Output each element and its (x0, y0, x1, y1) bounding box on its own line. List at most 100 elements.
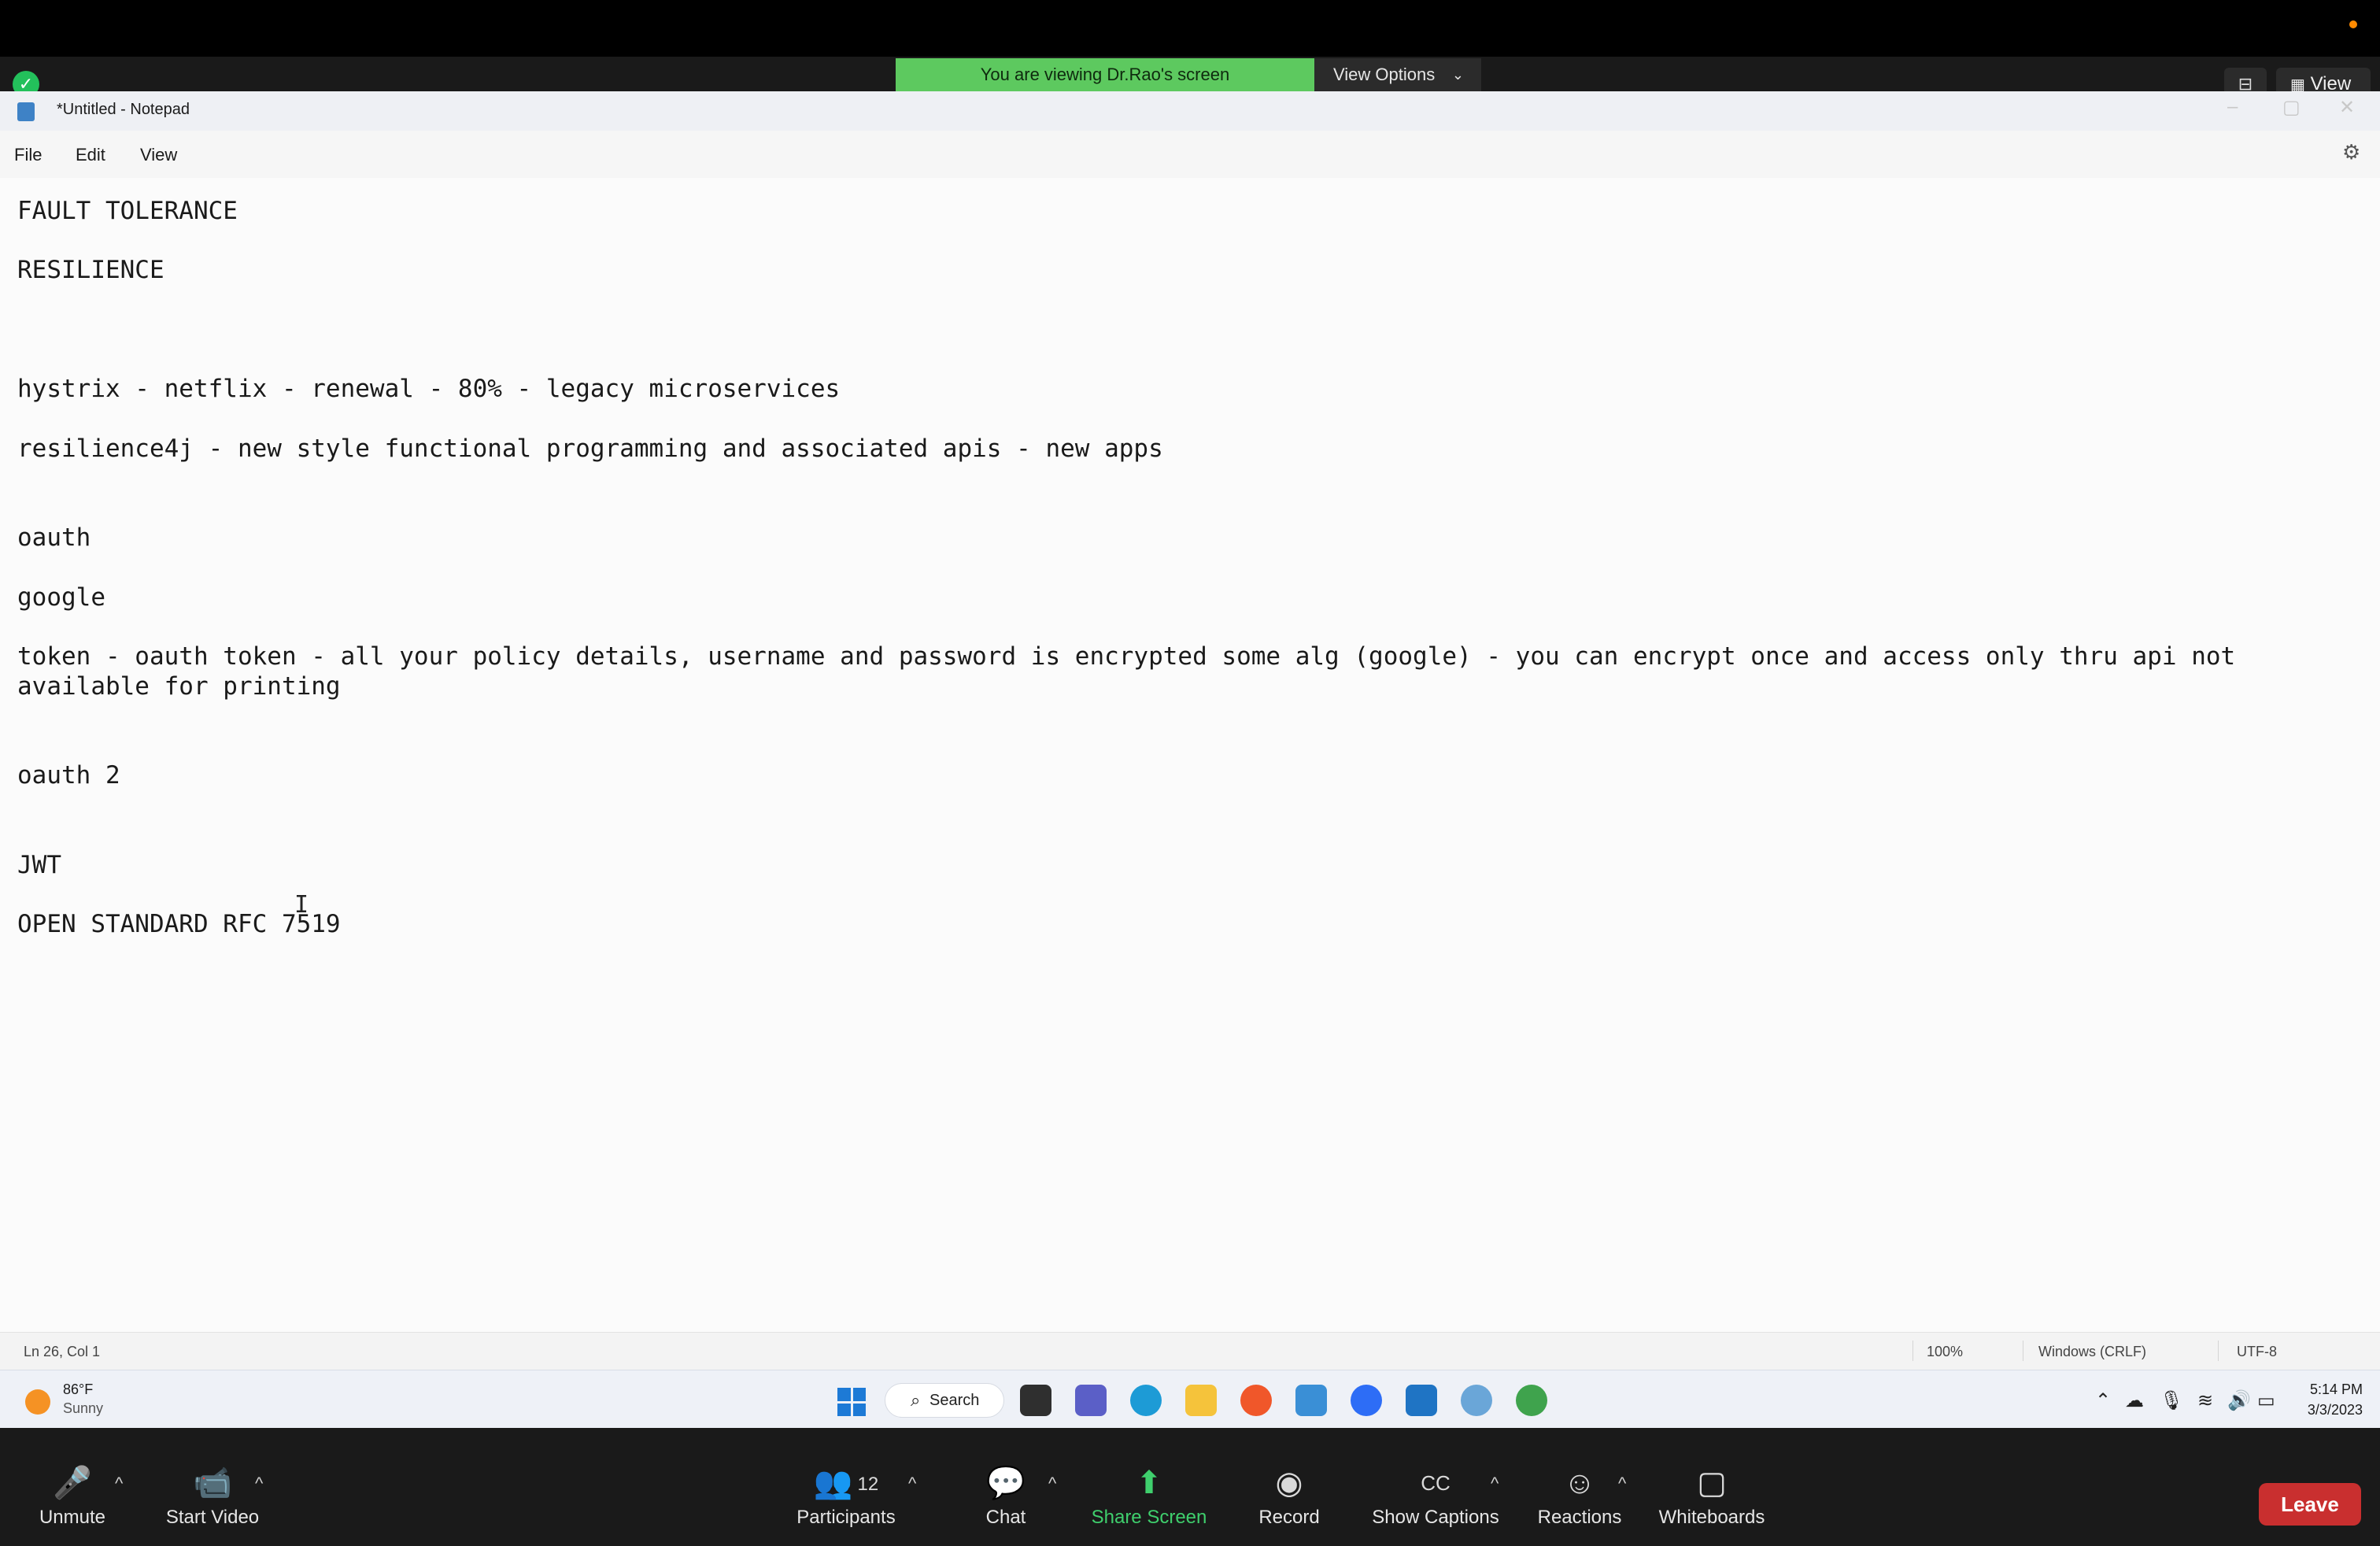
zoom-meeting-toolbar: 🎤 Unmute ^ 📹 Start Video ^ 👥 12 Participa… (0, 1428, 2380, 1546)
start-video-label: Start Video (165, 1507, 260, 1528)
close-icon[interactable]: ✕ (2339, 96, 2355, 119)
show-captions-label: Show Captions (1372, 1507, 1499, 1528)
window-title: *Untitled - Notepad (57, 101, 190, 118)
participants-caret-icon[interactable]: ^ (908, 1474, 916, 1494)
audio-options-caret-icon[interactable]: ^ (115, 1474, 123, 1494)
clock-date[interactable]: 3/3/2023 (2300, 1402, 2363, 1418)
editor-line: JWT (17, 851, 61, 879)
microphone-muted-icon: 🎤 (53, 1466, 92, 1500)
view-options-button[interactable]: View Options ⌄ (1314, 58, 1481, 91)
chevron-up-icon[interactable]: ⌃ (2095, 1389, 2111, 1412)
view-options-label: View Options (1333, 65, 1436, 84)
chat-caret-icon[interactable]: ^ (1048, 1474, 1056, 1494)
status-divider (2218, 1341, 2219, 1361)
record-button[interactable]: ◉ Record (1250, 1463, 1329, 1529)
editor-line: token - oauth token - all your policy de… (17, 642, 2236, 671)
windows-logo-tile (852, 1388, 866, 1401)
start-video-button[interactable]: 📹 Start Video (157, 1463, 268, 1529)
share-screen-icon: ⬆ (1136, 1466, 1162, 1500)
weather-temperature[interactable]: 86°F (63, 1381, 93, 1398)
share-screen-label: Share Screen (1091, 1507, 1207, 1528)
participants-icon: 👥 12 (813, 1466, 879, 1500)
zoom-top-bar (0, 0, 2380, 57)
reactions-button[interactable]: ☺ Reactions (1530, 1463, 1629, 1529)
notepad-taskbar-icon[interactable] (1295, 1385, 1327, 1416)
wifi-icon[interactable]: ≋ (2197, 1389, 2213, 1412)
zoom-level: 100% (1927, 1344, 1964, 1359)
editor-line: FAULT TOLERANCE (17, 197, 238, 225)
search-label: Search (929, 1392, 980, 1409)
cloud-icon[interactable]: ☁ (2125, 1389, 2144, 1412)
editor-line: oauth 2 (17, 761, 120, 790)
notepad-icon (17, 102, 35, 121)
file-explorer-icon[interactable] (1185, 1385, 1217, 1416)
unmute-button[interactable]: 🎤 Unmute (31, 1463, 113, 1529)
reactions-smiley-icon: ☺ (1563, 1466, 1596, 1500)
notepad-status-bar: Ln 26, Col 1 100% Windows (CRLF) UTF-8 (0, 1332, 2380, 1370)
microphone-icon[interactable]: 🎙 (2160, 1389, 2183, 1412)
edge-browser-icon[interactable] (1130, 1385, 1162, 1416)
whiteboard-icon: ▢ (1697, 1466, 1727, 1500)
notepad-menu-bar: File Edit View ⚙ (0, 131, 2380, 178)
unmute-label: Unmute (39, 1507, 106, 1528)
captions-caret-icon[interactable]: ^ (1491, 1474, 1499, 1494)
battery-icon[interactable]: ▭ (2257, 1389, 2275, 1412)
participants-button[interactable]: 👥 12 Participants (787, 1463, 905, 1529)
whiteboards-label: Whiteboards (1658, 1507, 1765, 1528)
chat-label: Chat (985, 1507, 1026, 1528)
leave-meeting-button[interactable]: Leave (2259, 1483, 2361, 1526)
weather-description[interactable]: Sunny (63, 1400, 103, 1417)
video-off-icon: 📹 (193, 1466, 232, 1500)
notepad-title-bar: *Untitled - Notepad – ▢ ✕ (0, 91, 2380, 131)
chat-bubble-icon: 💬 (986, 1466, 1026, 1500)
line-ending: Windows (CRLF) (2038, 1344, 2147, 1359)
reactions-caret-icon[interactable]: ^ (1618, 1474, 1626, 1494)
windows-logo-tile (852, 1403, 866, 1416)
notepad-text-editor[interactable]: FAULT TOLERANCE RESILIENCE hystrix - net… (0, 178, 2380, 1332)
windows-taskbar: 86°F Sunny ⌕ Search ⌃ ☁ 🎙 ≋ 🔊 ▭ 5:14 PM … (0, 1370, 2380, 1428)
editor-line: available for printing (17, 672, 341, 701)
chevron-down-icon: ⌄ (1451, 67, 1464, 83)
record-icon: ◉ (1275, 1466, 1303, 1500)
participants-count: 12 (857, 1474, 879, 1496)
editor-line: RESILIENCE (17, 256, 164, 284)
maximize-icon[interactable]: ▢ (2282, 96, 2301, 119)
app-icon[interactable] (1406, 1385, 1437, 1416)
show-captions-button[interactable]: CC Show Captions (1366, 1463, 1505, 1529)
windows-logo-tile (837, 1388, 851, 1401)
windows-logo-tile (837, 1403, 851, 1416)
record-label: Record (1258, 1507, 1320, 1528)
video-options-caret-icon[interactable]: ^ (255, 1474, 263, 1494)
clock-time[interactable]: 5:14 PM (2308, 1381, 2363, 1398)
chat-button[interactable]: 💬 Chat (973, 1463, 1039, 1529)
recording-indicator-dot (2349, 20, 2357, 28)
share-screen-button[interactable]: ⬆ Share Screen (1086, 1463, 1212, 1529)
closed-captions-icon: CC (1421, 1471, 1451, 1495)
taskbar-search-box[interactable]: ⌕ Search (885, 1383, 1004, 1418)
menu-edit[interactable]: Edit (76, 145, 105, 165)
text-cursor-icon: I (294, 891, 309, 919)
firefox-icon[interactable] (1240, 1385, 1272, 1416)
encoding: UTF-8 (2237, 1344, 2277, 1359)
participants-label: Participants (796, 1507, 896, 1528)
weather-sun-icon[interactable] (25, 1389, 50, 1415)
menu-view[interactable]: View (140, 145, 177, 165)
volume-icon[interactable]: 🔊 (2227, 1389, 2251, 1412)
editor-line: resilience4j - new style functional prog… (17, 435, 1163, 463)
search-icon: ⌕ (911, 1390, 921, 1410)
editor-line: hystrix - netflix - renewal - 80% - lega… (17, 375, 841, 403)
task-view-icon[interactable] (1020, 1385, 1051, 1416)
start-menu-button[interactable] (837, 1388, 866, 1416)
whiteboards-button[interactable]: ▢ Whiteboards (1653, 1463, 1771, 1529)
settings-gear-icon[interactable]: ⚙ (2342, 140, 2360, 165)
globe-app-icon[interactable] (1461, 1385, 1492, 1416)
teams-chat-icon[interactable] (1075, 1385, 1107, 1416)
minimize-icon[interactable]: – (2227, 96, 2238, 118)
notepad-window: *Untitled - Notepad – ▢ ✕ File Edit View… (0, 91, 2380, 1370)
viewing-screen-banner: You are viewing Dr.Rao's screen (896, 58, 1314, 91)
editor-line: oauth (17, 523, 91, 552)
editor-line: OPEN STANDARD RFC 7519 (17, 910, 341, 938)
zoom-app-icon[interactable] (1351, 1385, 1382, 1416)
menu-file[interactable]: File (14, 145, 42, 165)
green-app-icon[interactable] (1516, 1385, 1547, 1416)
